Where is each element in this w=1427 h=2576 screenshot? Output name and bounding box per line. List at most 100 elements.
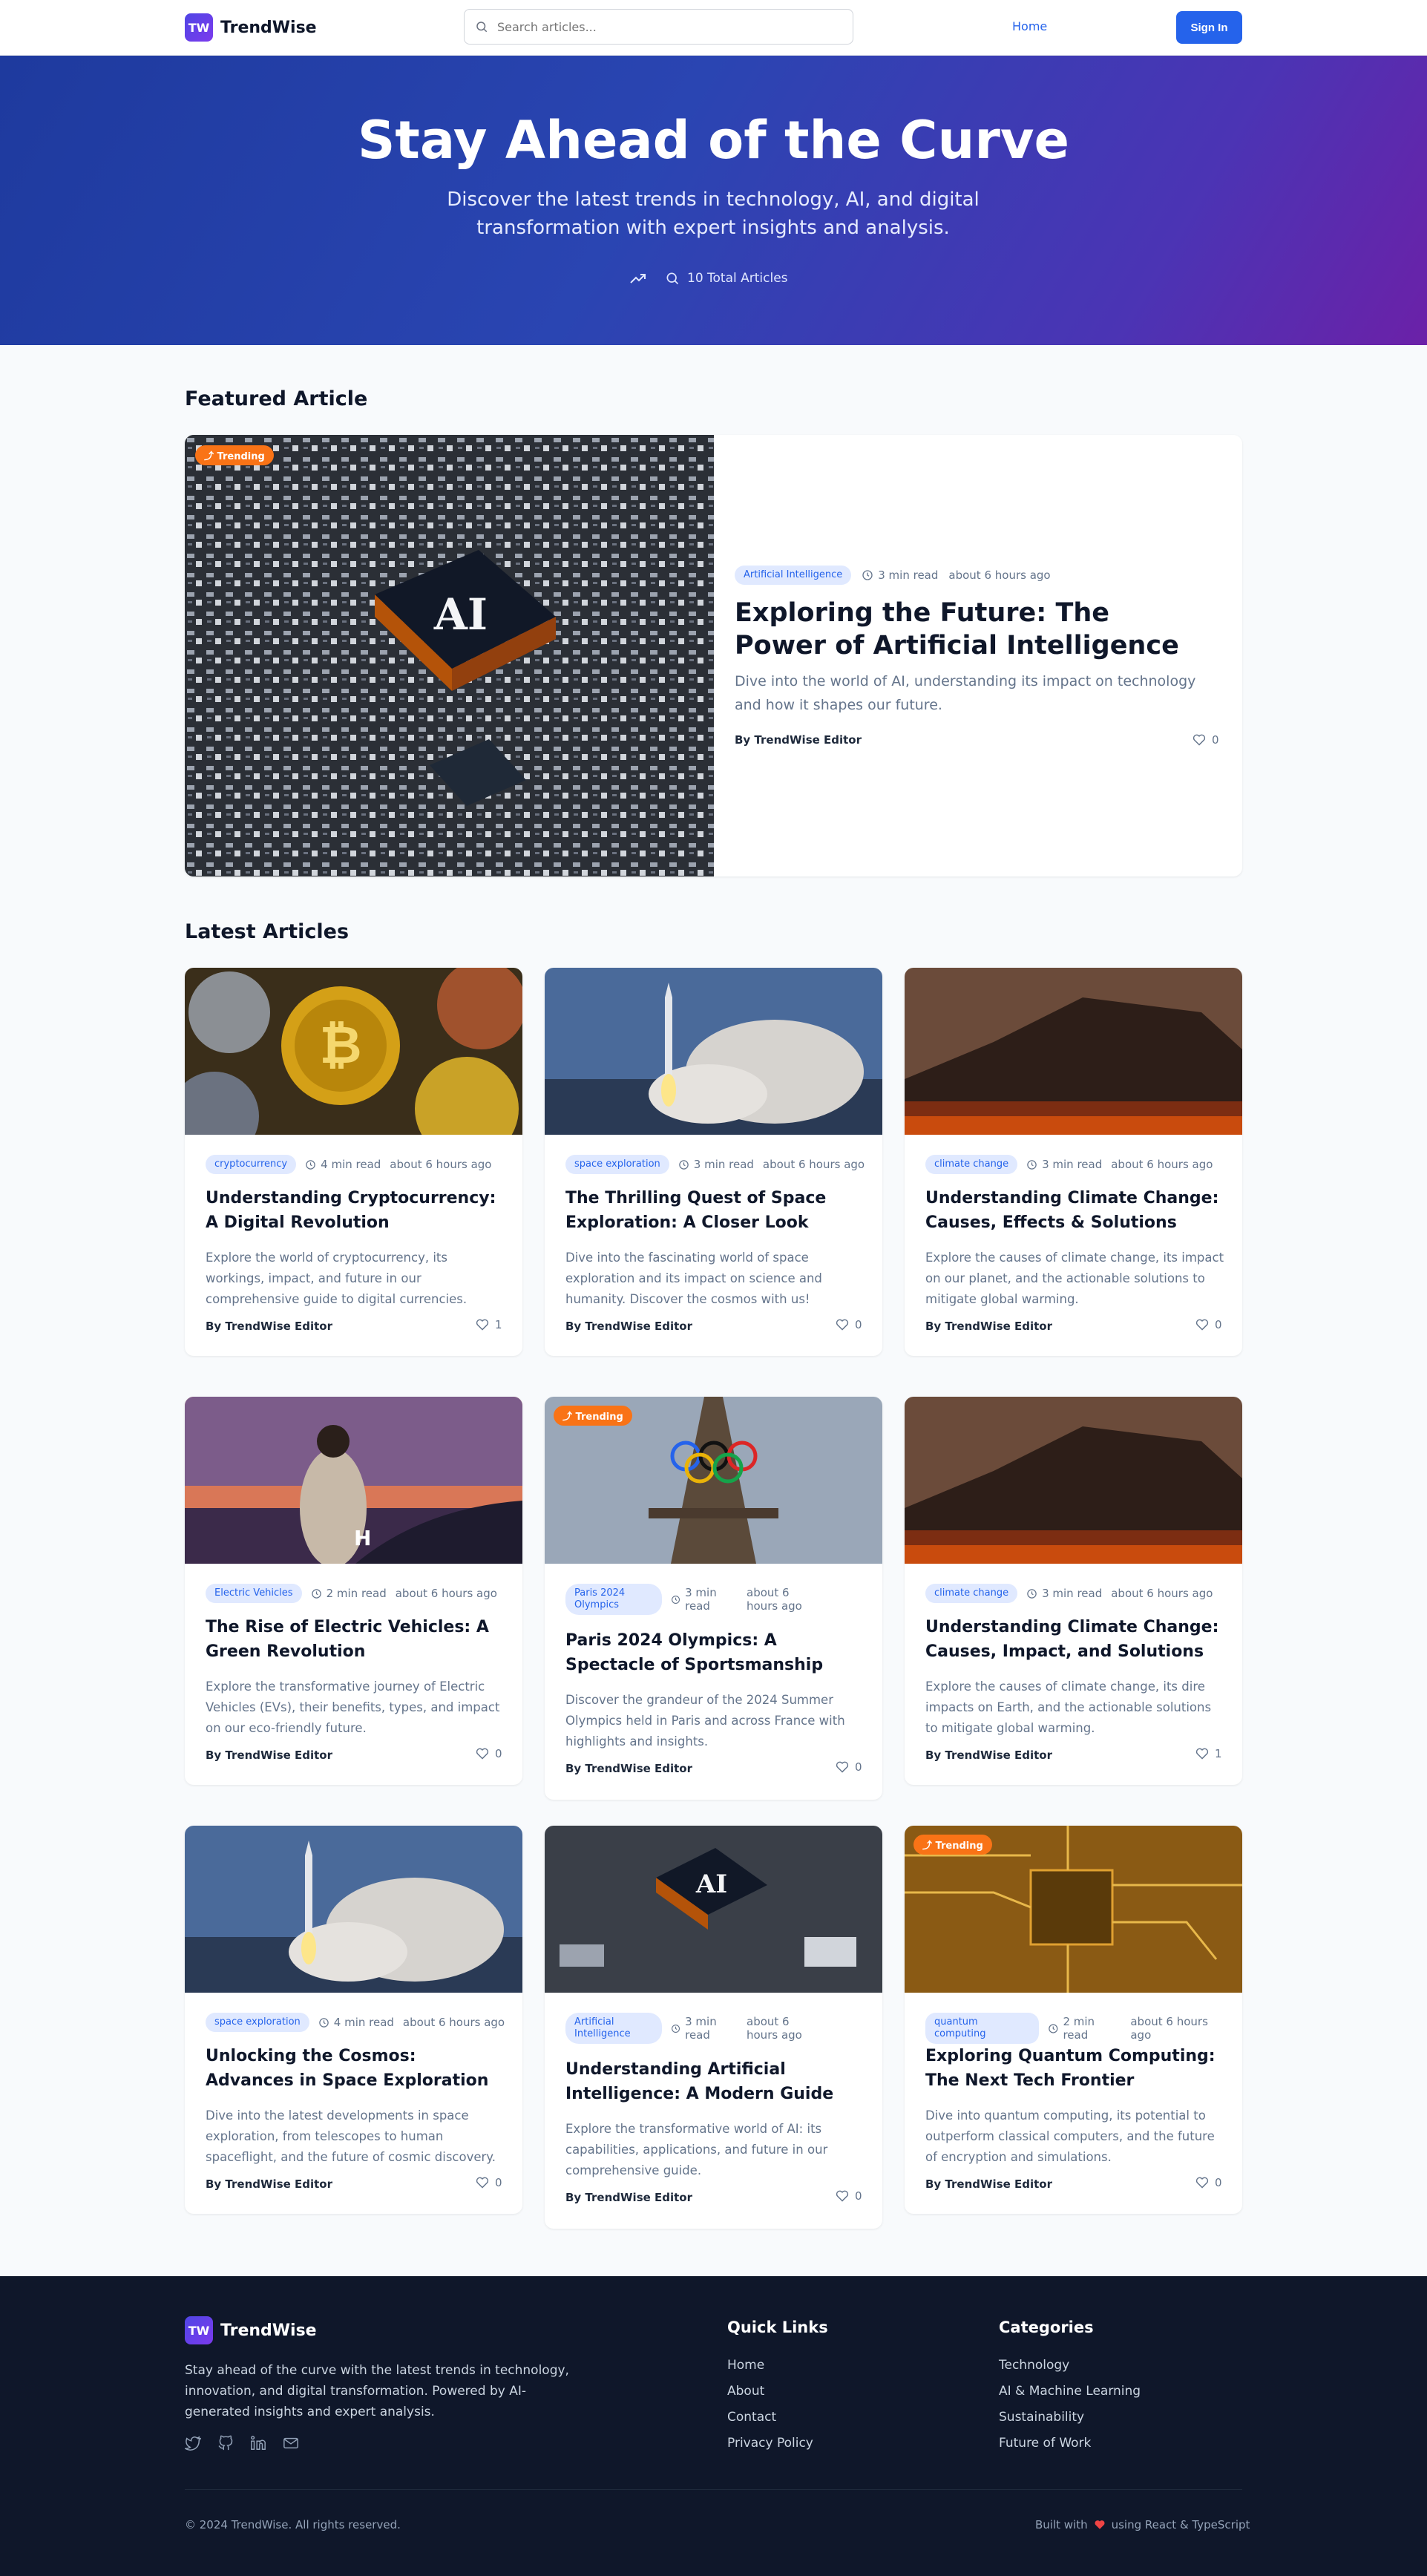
article-title[interactable]: Understanding Climate Change: Causes, Ef… — [925, 1186, 1222, 1235]
article-card[interactable]: AI Artificial Intelligence 3 min read ab… — [545, 1826, 882, 2229]
category-badge[interactable]: Paris 2024 Olympics — [565, 1584, 662, 1615]
article-title[interactable]: The Thrilling Quest of Space Exploration… — [565, 1186, 862, 1235]
category-badge[interactable]: Artificial Intelligence — [565, 2013, 662, 2044]
article-title[interactable]: Understanding Cryptocurrency: A Digital … — [206, 1186, 502, 1235]
footer-link-contact[interactable]: Contact — [727, 2410, 813, 2425]
github-icon[interactable] — [217, 2435, 234, 2451]
heart-icon — [1195, 1748, 1209, 1760]
article-card[interactable]: climate change 3 min read about 6 hours … — [905, 1397, 1242, 1785]
search-input[interactable] — [497, 16, 839, 38]
clock-icon — [862, 570, 873, 580]
category-badge[interactable]: Electric Vehicles — [206, 1584, 302, 1603]
featured-meta: Artificial Intelligence 3 min read about… — [735, 566, 1051, 585]
like-count: 0 — [495, 1747, 502, 1760]
sign-in-button[interactable]: Sign In — [1176, 11, 1242, 44]
category-badge[interactable]: space exploration — [206, 2013, 309, 2032]
article-title[interactable]: Exploring Quantum Computing: The Next Te… — [925, 2044, 1222, 2093]
like-button[interactable]: 1 — [476, 1318, 502, 1331]
category-badge[interactable]: quantum computing — [925, 2013, 1039, 2044]
linkedin-icon[interactable] — [250, 2435, 266, 2451]
article-title[interactable]: The Rise of Electric Vehicles: A Green R… — [206, 1615, 502, 1664]
article-title[interactable]: Understanding Artificial Intelligence: A… — [565, 2057, 862, 2106]
footer-brand[interactable]: TW TrendWise — [185, 2316, 317, 2344]
featured-author: By TrendWise Editor — [735, 733, 862, 747]
like-button[interactable]: 0 — [476, 1747, 502, 1760]
like-count: 0 — [855, 2189, 862, 2203]
article-card[interactable]: H Electric Vehicles 2 min read about 6 h… — [185, 1397, 522, 1785]
article-excerpt: Explore the transformative journey of El… — [206, 1679, 500, 1735]
mail-icon[interactable] — [283, 2435, 299, 2451]
like-button[interactable]: 0 — [476, 2176, 502, 2189]
svg-text:₿: ₿ — [319, 1015, 361, 1075]
like-count: 0 — [495, 2176, 502, 2189]
article-card[interactable]: ⤴ Trending quantum computing 2 min read … — [905, 1826, 1242, 2214]
article-title[interactable]: Paris 2024 Olympics: A Spectacle of Spor… — [565, 1628, 862, 1677]
like-count: 0 — [1215, 2176, 1222, 2189]
like-button[interactable]: 0 — [1195, 2176, 1222, 2189]
posted-time: about 6 hours ago — [747, 1586, 802, 1613]
article-image — [545, 968, 882, 1135]
article-meta: space exploration 3 min read about 6 hou… — [565, 1155, 870, 1174]
category-badge[interactable]: climate change — [925, 1155, 1018, 1174]
footer-category-ai[interactable]: AI & Machine Learning — [999, 2384, 1141, 2399]
like-button[interactable]: 0 — [1195, 1318, 1222, 1331]
read-time: 4 min read — [333, 2016, 394, 2029]
article-meta: Artificial Intelligence 3 min read about… — [565, 2013, 870, 2044]
read-time: 3 min read — [878, 568, 939, 582]
category-badge[interactable]: Artificial Intelligence — [735, 566, 852, 585]
clock-icon — [1049, 2023, 1058, 2033]
posted-time: about 6 hours ago — [1111, 1158, 1213, 1171]
category-badge[interactable]: climate change — [925, 1584, 1018, 1603]
article-title[interactable]: Understanding Climate Change: Causes, Im… — [925, 1615, 1222, 1664]
heart-icon — [476, 1319, 489, 1331]
built-with: Built with using React & TypeScript — [1035, 2518, 1250, 2531]
footer-description: Stay ahead of the curve with the latest … — [185, 2363, 569, 2419]
category-badge[interactable]: space exploration — [565, 1155, 669, 1174]
footer-category-sustainability[interactable]: Sustainability — [999, 2410, 1141, 2425]
featured-title[interactable]: Exploring the Future: The Power of Artif… — [735, 597, 1210, 662]
like-button[interactable]: 0 — [1193, 733, 1219, 747]
article-card[interactable]: space exploration 3 min read about 6 hou… — [545, 968, 882, 1356]
footer-category-future-of-work[interactable]: Future of Work — [999, 2436, 1141, 2451]
heart-icon — [1195, 1319, 1209, 1331]
posted-time: about 6 hours ago — [762, 1158, 865, 1171]
featured-article-card[interactable]: AI ⤴ Trending Artificial Intelligence 3 … — [185, 435, 1242, 876]
trending-up-icon — [630, 274, 646, 284]
like-button[interactable]: 0 — [836, 1318, 862, 1331]
category-badge[interactable]: cryptocurrency — [206, 1155, 297, 1174]
heart-icon — [1195, 2177, 1209, 2189]
read-time: 2 min read — [1063, 2015, 1095, 2042]
footer-link-home[interactable]: Home — [727, 2358, 813, 2373]
footer-link-about[interactable]: About — [727, 2384, 813, 2399]
article-meta: climate change 3 min read about 6 hours … — [925, 1155, 1230, 1174]
heart-icon — [836, 2190, 849, 2202]
search-icon — [476, 22, 488, 33]
article-excerpt: Explore the transformative world of AI: … — [565, 2122, 828, 2177]
footer-divider — [185, 2489, 1242, 2490]
hero-stats: 10 Total Articles — [629, 267, 788, 289]
article-card[interactable]: climate change 3 min read about 6 hours … — [905, 968, 1242, 1356]
nav-link-home[interactable]: Home — [1012, 19, 1047, 33]
quick-links-list: Home About Contact Privacy Policy — [727, 2358, 813, 2451]
search-icon — [666, 272, 679, 285]
article-card[interactable]: space exploration 4 min read about 6 hou… — [185, 1826, 522, 2214]
trending-badge: ⤴ Trending — [195, 445, 274, 465]
brand-logo[interactable]: TW TrendWise — [185, 13, 317, 42]
total-articles-count: 10 Total Articles — [687, 271, 788, 286]
article-author: By TrendWise Editor — [565, 2191, 693, 2204]
like-button[interactable]: 1 — [1195, 1747, 1222, 1760]
like-button[interactable]: 0 — [836, 2189, 862, 2203]
like-button[interactable]: 0 — [836, 1760, 862, 1774]
article-card[interactable]: ⤴ Trending Paris 2024 Olympics 3 min rea… — [545, 1397, 882, 1800]
article-title[interactable]: Unlocking the Cosmos: Advances in Space … — [206, 2044, 502, 2093]
footer-link-privacy[interactable]: Privacy Policy — [727, 2436, 813, 2451]
twitter-icon[interactable] — [185, 2435, 201, 2451]
article-card[interactable]: ₿ cryptocurrency 4 min read about 6 hour… — [185, 968, 522, 1356]
quick-links-title: Quick Links — [727, 2318, 828, 2336]
read-time: 4 min read — [321, 1158, 381, 1171]
ai-chip-image: AI — [185, 435, 714, 876]
clock-icon — [319, 2017, 329, 2028]
footer-category-technology[interactable]: Technology — [999, 2358, 1141, 2373]
article-image: ₿ — [185, 968, 522, 1135]
heart-icon — [476, 2177, 489, 2189]
